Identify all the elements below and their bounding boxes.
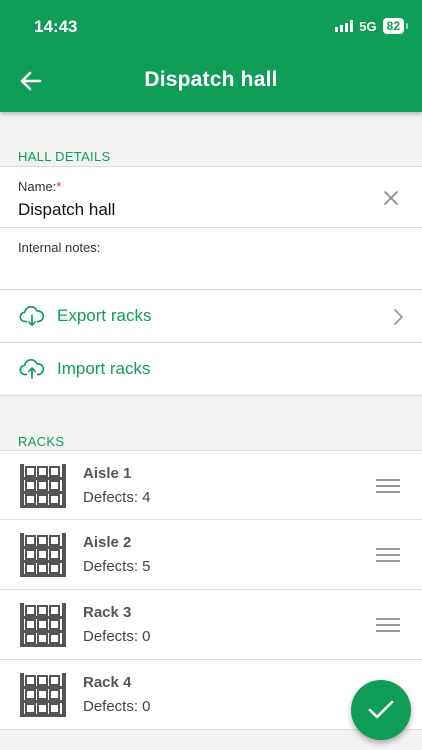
save-button[interactable] xyxy=(351,680,411,740)
rack-list-item[interactable]: Rack 3 Defects: 0 xyxy=(0,590,422,660)
rack-name: Aisle 2 xyxy=(83,534,132,551)
app-bar: 14:43 5G 82 Dispatch hall xyxy=(0,0,422,112)
signal-icon xyxy=(335,20,354,32)
import-racks-button[interactable]: Import racks xyxy=(0,343,422,396)
rack-name: Rack 4 xyxy=(83,674,132,691)
shelving-rack-icon xyxy=(18,602,68,648)
rack-list-item[interactable]: Aisle 2 Defects: 5 xyxy=(0,520,422,590)
import-racks-label: Import racks xyxy=(57,359,151,378)
name-label-text: Name: xyxy=(18,179,57,194)
status-indicators: 5G 82 xyxy=(335,18,409,34)
drag-handle-icon[interactable] xyxy=(376,548,400,562)
rack-list-item[interactable]: Aisle 1 Defects: 4 xyxy=(0,450,422,520)
export-racks-button[interactable]: Export racks xyxy=(0,290,422,343)
name-value[interactable]: Dispatch hall xyxy=(18,200,115,220)
shelving-rack-icon xyxy=(18,532,68,578)
rack-name: Aisle 1 xyxy=(83,465,132,482)
rack-name: Rack 3 xyxy=(83,604,132,621)
drag-handle-icon[interactable] xyxy=(376,479,400,493)
status-time: 14:43 xyxy=(34,17,78,36)
cloud-upload-icon xyxy=(19,358,45,379)
hall-details-header: HALL DETAILS xyxy=(18,149,111,164)
battery-indicator: 82 xyxy=(382,18,409,34)
shelving-rack-icon xyxy=(18,463,68,509)
name-label: Name:* xyxy=(18,179,61,194)
notes-label: Internal notes: xyxy=(18,240,101,255)
cloud-download-icon xyxy=(19,305,45,326)
name-field[interactable]: Name:* Dispatch hall xyxy=(0,166,422,228)
page-title: Dispatch hall xyxy=(144,68,278,91)
network-type: 5G xyxy=(359,18,377,34)
shelving-rack-icon xyxy=(18,672,68,718)
clear-name-button[interactable] xyxy=(380,187,402,209)
drag-handle-icon[interactable] xyxy=(376,618,400,632)
racks-header: RACKS xyxy=(18,434,65,449)
checkmark-icon xyxy=(368,700,394,719)
close-icon xyxy=(384,191,398,205)
rack-defects: Defects: 4 xyxy=(83,489,151,506)
rack-defects: Defects: 5 xyxy=(83,558,151,575)
rack-defects: Defects: 0 xyxy=(83,628,151,645)
rack-defects: Defects: 0 xyxy=(83,698,151,715)
chevron-right-icon xyxy=(394,309,403,325)
required-marker: * xyxy=(56,179,62,194)
export-racks-label: Export racks xyxy=(57,306,152,325)
notes-field[interactable]: Internal notes: xyxy=(0,228,422,290)
